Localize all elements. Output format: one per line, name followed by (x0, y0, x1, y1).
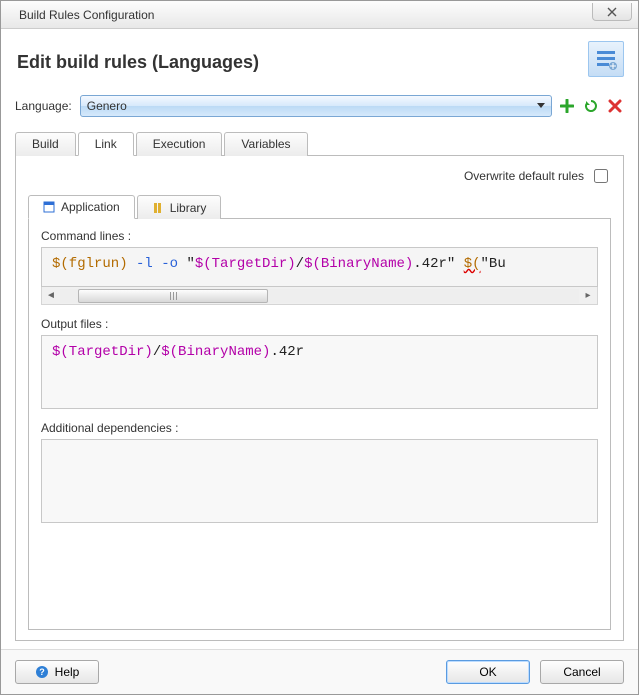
ok-button-label: OK (479, 665, 496, 679)
subtab-library-label: Library (170, 201, 207, 215)
tab-variables[interactable]: Variables (224, 132, 307, 156)
page-title: Edit build rules (Languages) (17, 52, 259, 73)
delete-language-button[interactable] (606, 97, 624, 115)
language-select[interactable]: Genero (80, 95, 552, 117)
refresh-language-button[interactable] (582, 97, 600, 115)
language-row: Language: Genero (15, 95, 624, 117)
language-value: Genero (87, 99, 127, 113)
svg-text:?: ? (39, 667, 45, 677)
output-files-input[interactable]: $(TargetDir)/$(BinaryName).42r (41, 335, 598, 409)
footer: ? Help OK Cancel (1, 649, 638, 694)
refresh-icon (584, 99, 598, 113)
close-icon (607, 7, 617, 17)
scroll-right-icon[interactable]: ▸ (583, 290, 593, 301)
delete-icon (608, 99, 622, 113)
tab-execution[interactable]: Execution (136, 132, 223, 156)
subtab-application[interactable]: Application (28, 195, 135, 219)
scroll-track[interactable] (60, 289, 579, 303)
rules-icon (588, 41, 624, 77)
titlebar: Build Rules Configuration (1, 1, 638, 29)
dependencies-input[interactable] (41, 439, 598, 523)
close-button[interactable] (592, 3, 632, 21)
command-lines-hscrollbar[interactable]: ◄ ▸ (41, 287, 598, 305)
tab-link[interactable]: Link (78, 132, 134, 156)
content-area: Edit build rules (Languages) Language: G… (1, 29, 638, 649)
main-tabs: Build Link Execution Variables (15, 131, 624, 156)
link-panel: Overwrite default rules Application Libr… (15, 156, 624, 641)
help-icon: ? (35, 665, 49, 679)
scroll-thumb[interactable] (78, 289, 268, 303)
sub-tabs: Application Library (28, 194, 611, 219)
help-button[interactable]: ? Help (15, 660, 99, 684)
overwrite-label: Overwrite default rules (464, 169, 584, 183)
cancel-button-label: Cancel (563, 665, 600, 679)
library-icon (152, 202, 164, 214)
subtab-library[interactable]: Library (137, 195, 222, 219)
command-lines-input[interactable]: $(fglrun) -l -o "$(TargetDir)/$(BinaryNa… (41, 247, 598, 287)
output-files-label: Output files : (41, 317, 598, 331)
language-label: Language: (15, 99, 72, 113)
cancel-button[interactable]: Cancel (540, 660, 624, 684)
ok-button[interactable]: OK (446, 660, 530, 684)
footer-right: OK Cancel (446, 660, 624, 684)
window-title: Build Rules Configuration (19, 8, 154, 22)
dependencies-label: Additional dependencies : (41, 421, 598, 435)
overwrite-checkbox[interactable] (594, 169, 608, 183)
dialog-window: Build Rules Configuration Edit build rul… (0, 0, 639, 695)
tab-build[interactable]: Build (15, 132, 76, 156)
scroll-left-icon[interactable]: ◄ (46, 290, 56, 301)
help-button-label: Help (55, 665, 80, 679)
add-language-button[interactable] (558, 97, 576, 115)
application-icon (43, 201, 55, 213)
plus-icon (560, 99, 574, 113)
header-row: Edit build rules (Languages) (15, 41, 624, 77)
command-lines-label: Command lines : (41, 229, 598, 243)
overwrite-row: Overwrite default rules (28, 166, 611, 186)
application-panel: Command lines : $(fglrun) -l -o "$(Targe… (28, 219, 611, 630)
subtab-application-label: Application (61, 200, 120, 214)
chevron-down-icon (537, 103, 545, 108)
